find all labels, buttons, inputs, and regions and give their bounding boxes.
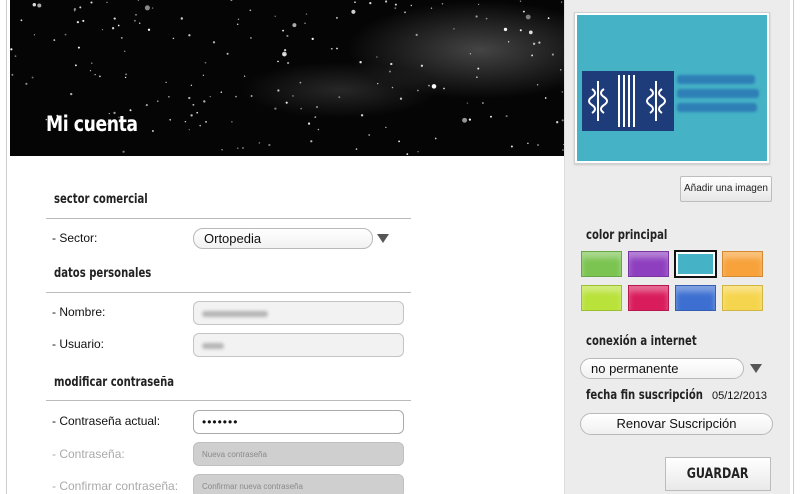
personal-data-heading: datos personales	[54, 266, 152, 281]
internet-connection-heading: conexión a internet	[586, 334, 697, 349]
color-swatch-blue[interactable]	[675, 285, 716, 311]
color-swatch-yellow[interactable]	[722, 285, 763, 311]
color-swatch-lime[interactable]	[581, 285, 622, 311]
user-label: - Usuario:	[52, 337, 105, 351]
subscription-end-heading: fecha fin suscripción	[586, 388, 703, 403]
save-button-label: GUARDAR	[687, 466, 749, 482]
color-swatch-magenta[interactable]	[628, 285, 669, 311]
divider	[46, 218, 411, 219]
subscription-end-date: 05/12/2013	[712, 390, 768, 402]
name-field[interactable]	[193, 301, 404, 325]
new-password-label: - Contraseña:	[52, 447, 125, 461]
chevron-down-icon[interactable]	[750, 364, 762, 373]
main-color-heading: color principal	[586, 228, 668, 243]
blurred-logo-text	[677, 103, 757, 112]
renew-subscription-button[interactable]: Renovar Suscripción	[580, 413, 773, 435]
chevron-down-icon[interactable]	[377, 234, 389, 243]
blurred-logo-text	[677, 75, 755, 84]
name-label: - Nombre:	[52, 305, 106, 319]
add-image-button[interactable]: Añadir una imagen	[680, 176, 772, 202]
profile-image[interactable]	[574, 12, 770, 164]
new-password-field[interactable]	[193, 442, 404, 466]
color-swatch-green[interactable]	[581, 251, 622, 277]
blurred-logo-text	[677, 89, 759, 98]
confirm-password-label: - Confirmar contraseña:	[52, 479, 179, 493]
logo-image	[577, 15, 767, 161]
blurred-name-value	[202, 311, 268, 317]
current-password-label: - Contraseña actual:	[52, 414, 161, 428]
divider	[46, 400, 411, 401]
internet-connection-select[interactable]: no permanente	[580, 358, 744, 379]
color-swatch-purple[interactable]	[628, 251, 669, 277]
username-field[interactable]	[193, 333, 404, 357]
color-swatch-teal[interactable]	[674, 250, 717, 278]
change-password-heading: modificar contraseña	[54, 375, 175, 390]
divider	[46, 292, 411, 293]
sector-label: - Sector:	[52, 231, 98, 245]
pharmacy-logo-icon	[582, 71, 674, 131]
blurred-username-value	[202, 343, 224, 349]
confirm-password-field[interactable]	[193, 474, 404, 494]
commercial-sector-heading: sector comercial	[54, 192, 148, 207]
color-swatch-orange[interactable]	[722, 251, 763, 277]
save-button[interactable]: GUARDAR	[665, 457, 771, 491]
page-title: Mi cuenta	[46, 112, 138, 136]
sector-select[interactable]: Ortopedia	[193, 228, 373, 249]
current-password-field[interactable]: •••••••	[193, 410, 404, 434]
